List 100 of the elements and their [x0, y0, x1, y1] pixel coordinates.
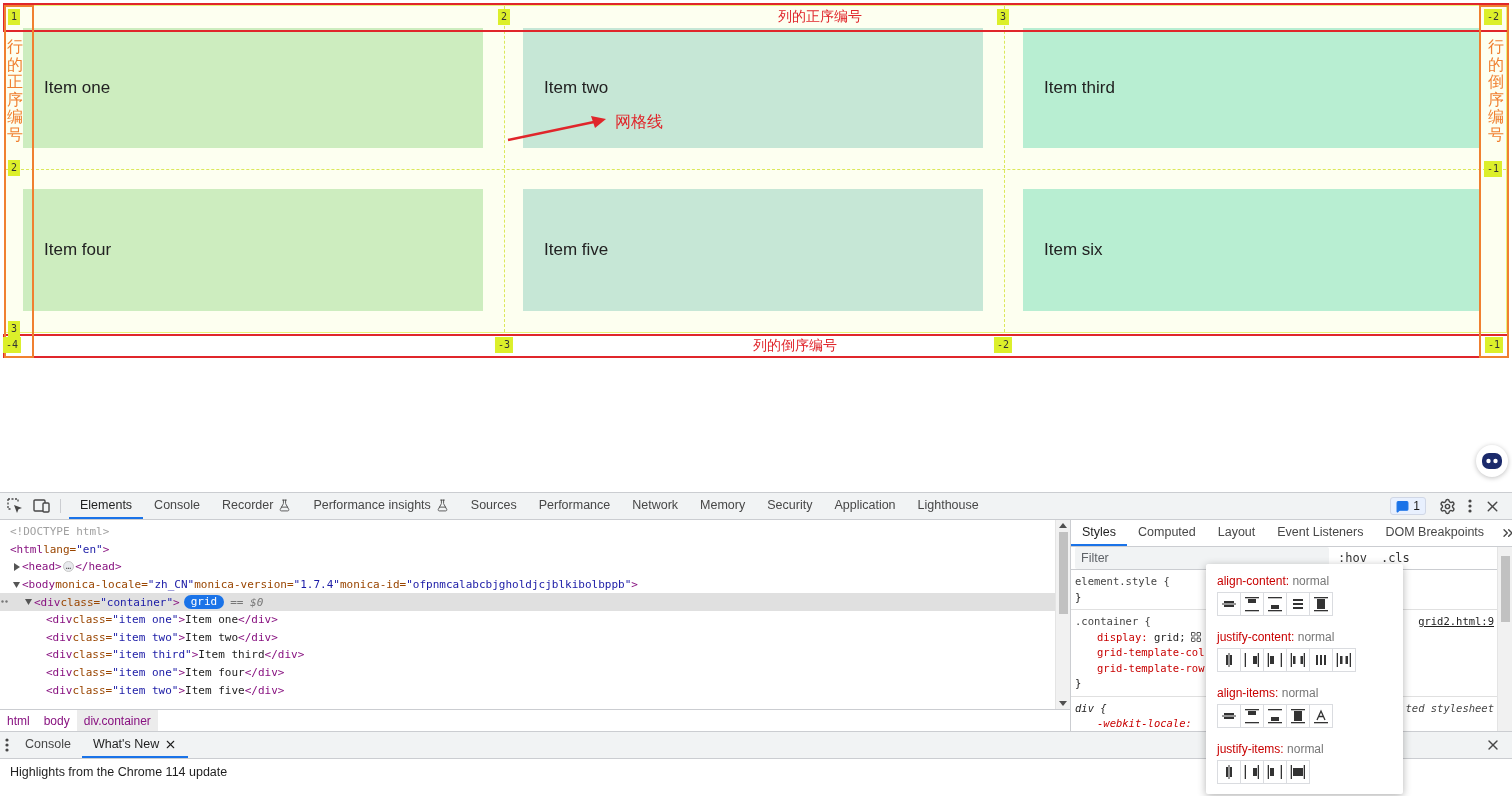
alignment-button[interactable]: [1240, 592, 1264, 616]
alignment-button[interactable]: [1286, 760, 1310, 784]
expand-right-icon[interactable]: [12, 563, 22, 571]
alignment-button[interactable]: [1309, 592, 1333, 616]
annotation-label: 列的正序编号: [778, 8, 862, 26]
filter-toggle[interactable]: :hov: [1333, 551, 1372, 565]
line-number: 2: [8, 160, 20, 176]
sidebar-tab[interactable]: Event Listeners: [1266, 520, 1375, 546]
scrollbar[interactable]: [1497, 547, 1512, 731]
assistant-button[interactable]: [1476, 445, 1508, 477]
line-number: 1: [8, 9, 20, 25]
alignment-button[interactable]: [1263, 760, 1287, 784]
markup-text: class=: [72, 630, 113, 644]
alignment-button[interactable]: [1332, 648, 1356, 672]
breadcrumb[interactable]: html: [0, 710, 37, 731]
line-number: -2: [994, 337, 1012, 353]
markup-text: </div>: [264, 648, 305, 662]
line-number: 3: [8, 321, 20, 337]
baseline-icon: [1313, 708, 1329, 724]
panel-tab[interactable]: Recorder: [211, 493, 303, 519]
markup-text: Item four: [185, 666, 245, 680]
markup-text: class=: [72, 666, 113, 680]
expand-down-icon[interactable]: [24, 598, 34, 607]
ellipsis-button[interactable]: …: [62, 561, 75, 573]
sidebar-tab[interactable]: DOM Breakpoints: [1374, 520, 1496, 546]
scroll-up-icon[interactable]: [1059, 523, 1067, 528]
end-icon: [1267, 652, 1283, 668]
alignment-button[interactable]: [1240, 648, 1264, 672]
markup-text: "item third": [112, 648, 192, 662]
stretch-icon: [1313, 596, 1329, 612]
markup-text: "container": [100, 595, 174, 609]
markup-text: "item two": [112, 630, 179, 644]
breadcrumb[interactable]: div.container: [76, 710, 158, 731]
panel-tab[interactable]: Security: [756, 493, 824, 519]
panel-tab[interactable]: Console: [143, 493, 211, 519]
markup-text: >: [178, 683, 186, 697]
start-icon: [1244, 652, 1260, 668]
annotation-label: 行的倒序编号: [1488, 38, 1504, 144]
alignment-button[interactable]: [1217, 704, 1241, 728]
expand-down-icon[interactable]: [12, 580, 22, 589]
closing-brace: }: [1075, 677, 1082, 689]
markup-text: <div: [46, 648, 73, 662]
panel-tab[interactable]: Elements: [69, 493, 144, 519]
grid-item: Item one: [23, 28, 483, 148]
drawer-tab[interactable]: What's New: [81, 732, 189, 758]
markup-text: "1.7.4": [293, 578, 340, 592]
space-around-icon: [1313, 652, 1329, 668]
panel-tab[interactable]: Network: [621, 493, 690, 519]
grid-badge[interactable]: grid: [183, 595, 225, 610]
property-label: align-content: normal: [1217, 574, 1331, 588]
alignment-button[interactable]: [1240, 704, 1264, 728]
alignment-button[interactable]: [1309, 704, 1333, 728]
grid-item: Item third: [1023, 28, 1480, 148]
panel-tab[interactable]: Sources: [459, 493, 528, 519]
markup-text: </div>: [244, 666, 285, 680]
markup-text: <head>: [22, 560, 62, 574]
issues-button[interactable]: 1: [1390, 497, 1426, 515]
filter-toggle[interactable]: .cls: [1375, 551, 1415, 565]
alignment-button[interactable]: [1217, 592, 1241, 616]
panel-tab[interactable]: Memory: [689, 493, 757, 519]
breadcrumb[interactable]: body: [36, 710, 77, 731]
sidebar-tab[interactable]: Layout: [1206, 520, 1267, 546]
stretch-icon: [1290, 764, 1306, 780]
panel-tab[interactable]: Lighthouse: [906, 493, 990, 519]
markup-text: </div>: [244, 683, 285, 697]
source-link[interactable]: grid2.html:9: [1418, 614, 1494, 630]
alignment-button[interactable]: [1240, 760, 1264, 784]
panel-tab[interactable]: Performance: [527, 493, 622, 519]
grid-editor-icon[interactable]: [1189, 631, 1202, 644]
alignment-button[interactable]: [1286, 704, 1310, 728]
panel-tab[interactable]: Performance insights: [302, 493, 460, 519]
start-icon: [1244, 596, 1260, 612]
alignment-button[interactable]: [1263, 592, 1287, 616]
start-icon: [1244, 764, 1260, 780]
alignment-button[interactable]: [1217, 760, 1241, 784]
declaration: grid-template-row: [1097, 660, 1205, 676]
alignment-button[interactable]: [1286, 648, 1310, 672]
drawer-tab[interactable]: Console: [14, 732, 82, 758]
markup-text: Item two: [185, 630, 239, 644]
alignment-button[interactable]: [1309, 648, 1333, 672]
markup-text: >: [631, 578, 638, 592]
markup-text: class=: [60, 595, 101, 609]
markup-text: >: [178, 666, 186, 680]
scrollbar[interactable]: [1055, 520, 1070, 709]
sidebar-tab[interactable]: Computed: [1127, 520, 1207, 546]
filter-field[interactable]: Filter: [1075, 547, 1329, 569]
alignment-button[interactable]: [1263, 704, 1287, 728]
panel-tab[interactable]: Application: [823, 493, 907, 519]
line-number: -1: [1485, 337, 1503, 353]
markup-text: </head>: [75, 560, 122, 574]
markup-text: "item one": [112, 613, 179, 627]
markup-text: Item one: [185, 613, 239, 627]
alignment-button[interactable]: [1217, 648, 1241, 672]
rule-selector: .container {: [1075, 614, 1151, 629]
scroll-down-icon[interactable]: [1059, 701, 1067, 706]
markup-text: >: [178, 630, 186, 644]
alignment-button[interactable]: [1286, 592, 1310, 616]
declaration: display: grid;: [1097, 629, 1186, 645]
annotation-label: 列的倒序编号: [753, 337, 837, 355]
alignment-button[interactable]: [1263, 648, 1287, 672]
